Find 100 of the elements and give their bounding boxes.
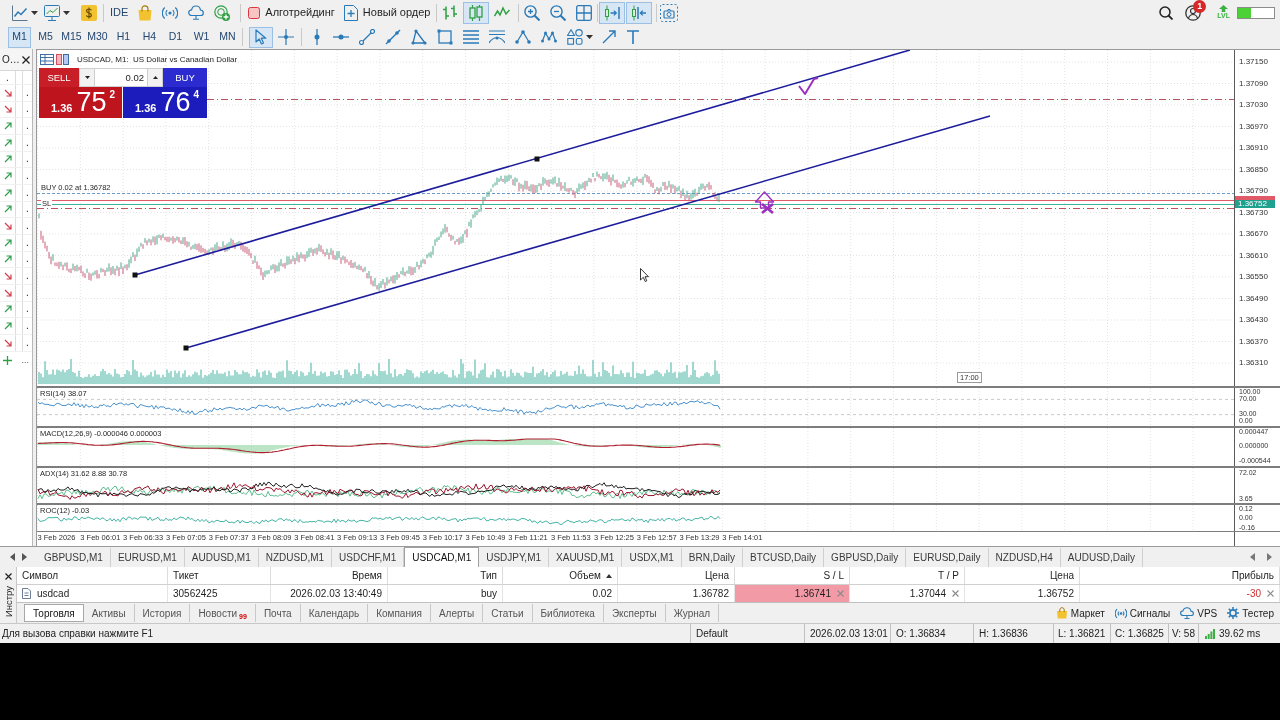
column-header[interactable]: Тикет: [168, 567, 271, 584]
timeframe-button[interactable]: MN: [216, 26, 239, 48]
scroll-right-icon[interactable]: [22, 553, 27, 561]
shopping-bag-icon[interactable]: [137, 4, 154, 21]
toolbox-tab[interactable]: Почта: [255, 604, 301, 622]
algo-trading-button[interactable]: Алготрейдинг: [245, 1, 338, 24]
trend-line-icon[interactable]: [359, 29, 375, 45]
volume-decrease-button[interactable]: [79, 68, 95, 87]
triangle-icon[interactable]: [411, 29, 427, 45]
toolbox-link[interactable]: VPS: [1180, 605, 1218, 621]
chart-toggle-button[interactable]: [626, 1, 653, 24]
column-header[interactable]: Прибыль: [1080, 567, 1280, 584]
quote-value: .: [26, 87, 29, 98]
toolbox-tab[interactable]: Алерты: [430, 604, 484, 622]
timeframe-button[interactable]: M30: [86, 26, 109, 48]
price-axis-label: 1.37030: [1239, 101, 1268, 109]
column-header[interactable]: Объем: [503, 567, 618, 584]
chart-window-icon: [56, 54, 69, 65]
plus-icon[interactable]: [3, 355, 12, 365]
column-header[interactable]: Символ: [17, 567, 168, 584]
caret-down-icon[interactable]: [586, 35, 593, 39]
timeframe-button[interactable]: H4: [138, 26, 161, 48]
search-icon[interactable]: [1159, 5, 1174, 20]
close-icon[interactable]: [4, 573, 12, 580]
status-low: L: 1.36821: [1058, 627, 1106, 641]
grid-icon[interactable]: [576, 4, 593, 21]
ide-button[interactable]: IDE: [108, 1, 131, 24]
price-axis-label: 1.36430: [1239, 316, 1268, 324]
crosshair-icon: [278, 29, 294, 45]
quote-value: .: [6, 72, 9, 83]
chart-tab[interactable]: USDCAD,M1: [404, 547, 480, 567]
cloud-icon[interactable]: [188, 5, 205, 20]
toolbox-link[interactable]: Маркет: [1055, 605, 1105, 621]
timeframe-button[interactable]: W1: [190, 26, 213, 48]
zoom-out-icon[interactable]: [550, 4, 567, 21]
volume-increase-button[interactable]: [147, 68, 163, 87]
broadcast-icon[interactable]: [162, 5, 179, 20]
column-header[interactable]: Время: [271, 567, 388, 584]
quote-value: .: [26, 187, 29, 198]
price-axis-label: 1.36670: [1239, 230, 1268, 238]
chart-type-button[interactable]: [463, 1, 490, 24]
quote-value: .: [26, 171, 29, 182]
three-points-icon[interactable]: [515, 29, 531, 45]
zoom-in-icon[interactable]: [524, 4, 541, 21]
timeframe-button[interactable]: M5: [34, 26, 57, 48]
cursor-tool-button[interactable]: [249, 26, 273, 48]
scroll-left-icon[interactable]: [1250, 553, 1255, 561]
price-axis-label: 1.36910: [1239, 144, 1268, 152]
buy-button[interactable]: BUY: [163, 68, 207, 87]
quote-value: .: [26, 237, 29, 248]
toolbox-link[interactable]: Сигналы: [1114, 605, 1171, 621]
new-order-button[interactable]: Новый ордер: [340, 1, 434, 24]
column-header[interactable]: S / L: [735, 567, 850, 584]
column-header[interactable]: Цена: [618, 567, 735, 584]
toolbox-tab[interactable]: Статьи: [483, 604, 533, 622]
toolbox-tab[interactable]: Эксперты: [603, 604, 666, 622]
sell-button[interactable]: SELL: [39, 68, 79, 87]
rectangle-icon[interactable]: [437, 29, 453, 45]
quote-value: .: [26, 304, 29, 315]
timeframe-button[interactable]: D1: [164, 26, 187, 48]
lines-and-curve-icon[interactable]: [489, 30, 505, 44]
scroll-left-icon[interactable]: [10, 553, 15, 561]
toolbox-tab[interactable]: Журнал: [665, 604, 720, 622]
horizontal-line-icon[interactable]: [333, 34, 349, 40]
timeframe-button[interactable]: H1: [112, 26, 135, 48]
status-close: C: 1.36825: [1115, 627, 1164, 641]
status-high: H: 1.36836: [979, 627, 1028, 641]
shapes-icon[interactable]: [567, 29, 583, 45]
toolbox-tab[interactable]: Активы: [83, 604, 135, 622]
dollar-icon[interactable]: [81, 4, 97, 21]
camera-icon[interactable]: [660, 3, 679, 22]
toolbox-tab[interactable]: Библиотека: [532, 604, 604, 622]
account-icon[interactable]: [1185, 4, 1202, 21]
toolbox-link[interactable]: Тестер: [1227, 605, 1274, 621]
toolbox-tab[interactable]: Компания: [368, 604, 431, 622]
toolbox-tab[interactable]: История: [134, 604, 191, 622]
volume-field[interactable]: 0.02: [95, 68, 147, 87]
table-cell-text: -30: [1246, 587, 1261, 601]
column-header[interactable]: Тип: [388, 567, 503, 584]
scroll-right-icon[interactable]: [1267, 553, 1272, 561]
vertical-line-icon[interactable]: [314, 29, 320, 45]
arrow-line-icon[interactable]: [601, 29, 617, 45]
close-icon[interactable]: [22, 55, 30, 64]
timeframe-button[interactable]: M1: [8, 26, 31, 48]
chart-title: USDCAD, M1: US Dollar vs Canadian Dollar: [77, 54, 238, 65]
chart-toggle-button[interactable]: [599, 1, 626, 24]
level-up-arrow-icon[interactable]: [1219, 5, 1229, 12]
bid-price-tag: 1.36752: [1235, 200, 1275, 208]
parallel-lines-icon[interactable]: [463, 30, 479, 44]
timeframe-button[interactable]: M15: [60, 26, 83, 48]
price-axis-label: 1.36850: [1239, 165, 1268, 174]
toolbox-tab[interactable]: Торговля: [24, 604, 84, 622]
target-plus-icon[interactable]: [214, 4, 231, 21]
column-header[interactable]: Цена: [965, 567, 1080, 584]
column-header[interactable]: T / P: [850, 567, 965, 584]
text-tool-icon[interactable]: [627, 30, 639, 44]
diagonal-line-icon[interactable]: [385, 29, 401, 45]
toolbox-tab[interactable]: Календарь: [300, 604, 369, 622]
price-axis-label: 1.36310: [1239, 359, 1268, 367]
five-points-icon[interactable]: [541, 30, 557, 44]
